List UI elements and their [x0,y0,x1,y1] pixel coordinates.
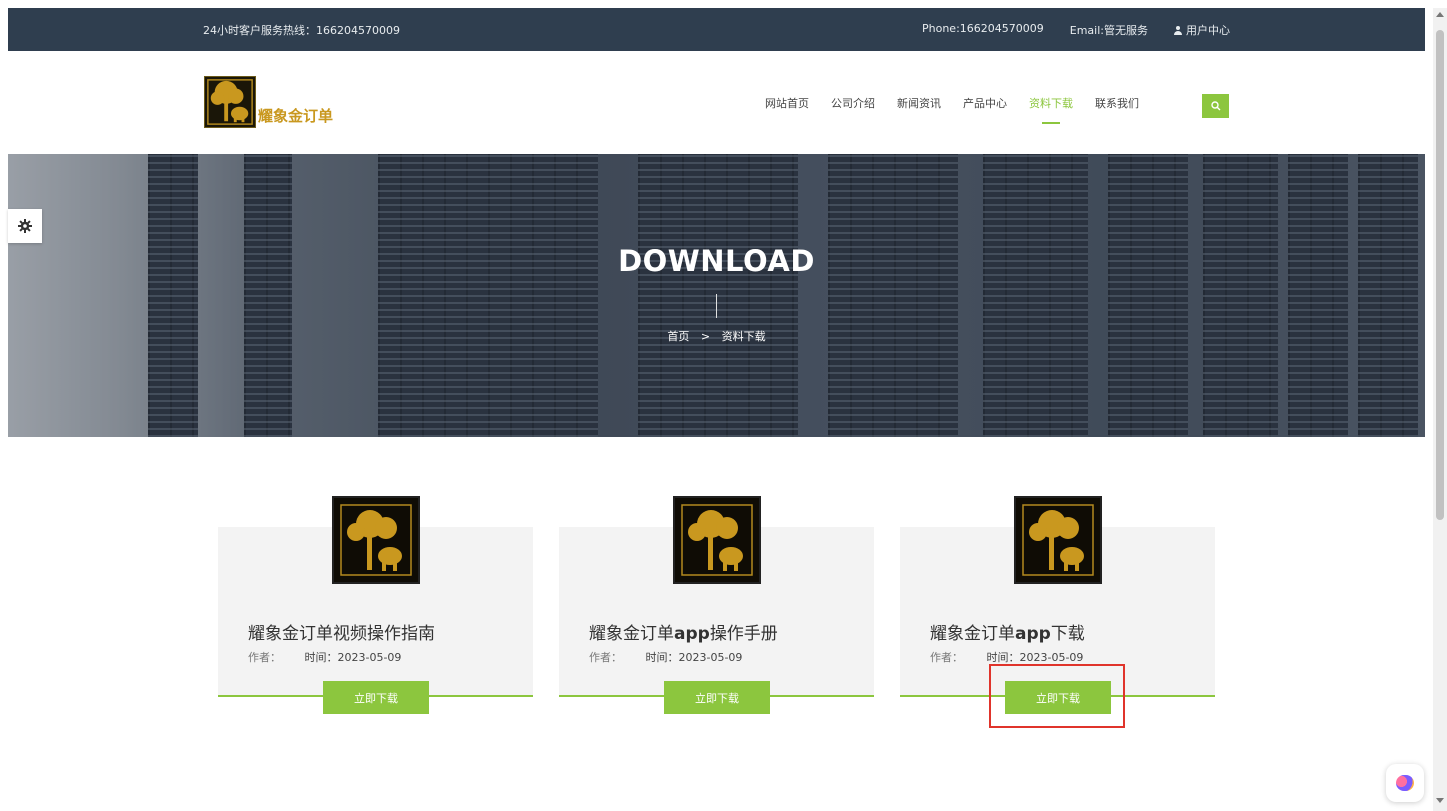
download-button[interactable]: 立即下载 [664,681,770,714]
time-label: 时间： [304,651,338,664]
card-meta: 作者： 时间：2023-05-09 [930,649,1083,665]
breadcrumb: 首页 > 资料下载 [8,328,1425,344]
scroll-thumb[interactable] [1436,30,1444,520]
user-center-label: 用户中心 [1186,24,1230,37]
nav-item-contact[interactable]: 联系我们 [1095,51,1139,154]
card-title-suffix: 下载 [1050,624,1085,644]
card-title[interactable]: 耀象金订单视频操作指南 [248,619,435,644]
download-highlight-annotation [989,664,1125,728]
date-value: 2023-05-09 [337,651,402,664]
card-title-bold: app [1015,624,1051,644]
logo-image [204,76,256,128]
download-card: 耀象金订单app操作手册 作者： 时间：2023-05-09 立即下载 [559,496,874,714]
card-title[interactable]: 耀象金订单app操作手册 [589,619,778,644]
tree-elephant-logo [681,504,753,576]
card-thumbnail [1014,496,1102,584]
time-label: 时间： [986,651,1020,664]
nav-item-home[interactable]: 网站首页 [765,51,809,154]
tree-elephant-logo [340,504,412,576]
card-title[interactable]: 耀象金订单app下载 [930,619,1085,644]
user-center-link[interactable]: 用户中心 [1174,22,1230,38]
settings-button[interactable] [8,209,42,243]
scroll-down-arrow-icon[interactable] [1436,798,1444,803]
scroll-up-arrow-icon[interactable] [1436,12,1444,17]
email-link[interactable]: Email:管无服务 [1070,22,1148,38]
card-title-text: 耀象金订单 [930,624,1015,644]
search-button[interactable] [1202,94,1229,118]
card-title-bold: app [674,624,710,644]
time-label: 时间： [645,651,679,664]
phone-text: Phone:166204570009 [922,22,1044,35]
title-divider [716,294,717,318]
top-bar-right: Phone:166204570009 Email:管无服务 用户中心 [922,22,1230,38]
breadcrumb-separator: > [700,330,711,343]
card-thumbnail [673,496,761,584]
page-banner: DOWNLOAD 首页 > 资料下载 [8,154,1425,437]
card-thumbnail [332,496,420,584]
logo[interactable]: 耀象金订单 [204,76,333,128]
main-nav: 网站首页 公司介绍 新闻资讯 产品中心 资料下载 联系我们 [765,51,1161,154]
author-label: 作者： [248,651,281,664]
card-title-suffix: 操作手册 [709,624,778,644]
date-value: 2023-05-09 [678,651,743,664]
gear-icon [18,219,32,233]
card-meta: 作者： 时间：2023-05-09 [248,649,401,665]
page-scrollbar[interactable] [1433,8,1447,811]
top-bar: 24小时客户服务热线：166204570009 Phone:1662045700… [8,8,1425,51]
nav-item-products[interactable]: 产品中心 [963,51,1007,154]
page-title: DOWNLOAD [618,244,815,278]
card-title-text: 耀象金订单 [589,624,674,644]
breadcrumb-current: 资料下载 [721,330,766,343]
logo-text: 耀象金订单 [258,107,334,125]
hotline-text: 24小时客户服务热线：166204570009 [203,24,400,37]
search-icon [1211,101,1221,111]
assistant-widget[interactable] [1386,764,1424,802]
user-icon [1174,25,1182,35]
tree-elephant-logo [1022,504,1094,576]
breadcrumb-home[interactable]: 首页 [667,330,689,343]
nav-item-news[interactable]: 新闻资讯 [897,51,941,154]
card-title-text: 耀象金订单视频操作指南 [248,624,435,644]
author-label: 作者： [930,651,963,664]
brain-icon [1396,775,1414,791]
card-meta: 作者： 时间：2023-05-09 [589,649,742,665]
site-header: 耀象金订单 网站首页 公司介绍 新闻资讯 产品中心 资料下载 联系我们 [8,51,1425,154]
author-label: 作者： [589,651,622,664]
date-value: 2023-05-09 [1019,651,1084,664]
nav-item-about[interactable]: 公司介绍 [831,51,875,154]
nav-item-downloads[interactable]: 资料下载 [1029,51,1073,154]
download-card: 耀象金订单视频操作指南 作者： 时间：2023-05-09 立即下载 [218,496,533,714]
download-button[interactable]: 立即下载 [323,681,429,714]
